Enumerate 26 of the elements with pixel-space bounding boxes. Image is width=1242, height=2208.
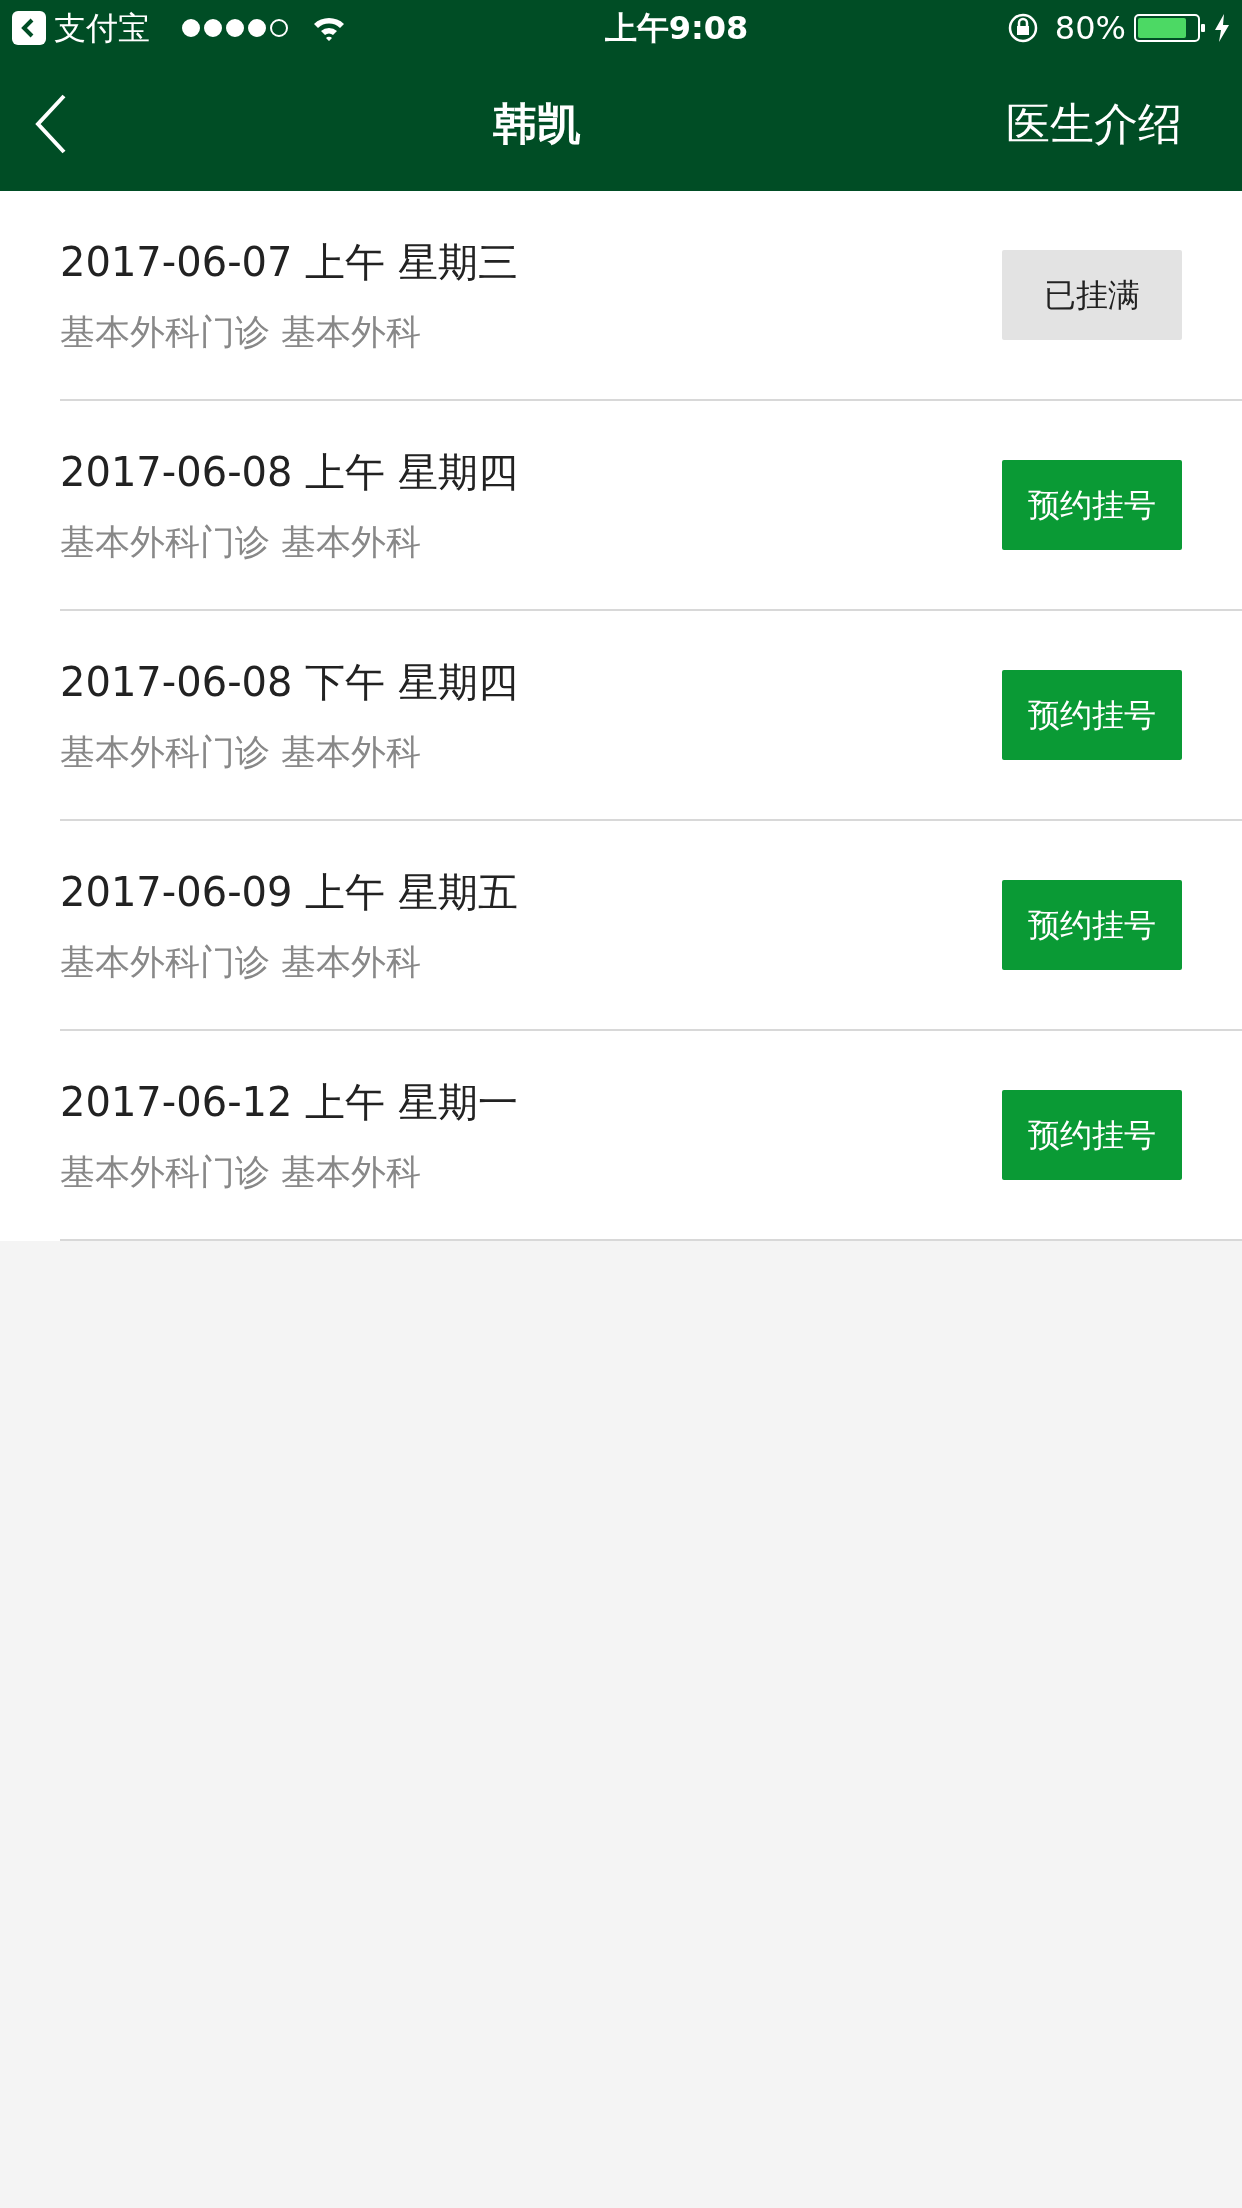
wifi-icon — [312, 15, 346, 41]
department-label: 基本外科门诊 基本外科 — [60, 1150, 423, 1194]
book-button[interactable]: 预约挂号 — [1002, 1090, 1182, 1180]
slot-date: 2017-06-12 上午 星期一 — [60, 1077, 518, 1127]
department-label: 基本外科门诊 基本外科 — [60, 940, 423, 984]
slot-date: 2017-06-08 上午 星期四 — [60, 447, 518, 497]
slot-date: 2017-06-08 下午 星期四 — [60, 657, 518, 707]
back-app-icon[interactable] — [12, 11, 46, 45]
signal-icon — [182, 19, 288, 37]
slot-date: 2017-06-09 上午 星期五 — [60, 867, 518, 917]
doctor-intro-link[interactable]: 医生介绍 — [1006, 90, 1182, 157]
department-label: 基本外科门诊 基本外科 — [60, 520, 423, 564]
book-button[interactable]: 预约挂号 — [1002, 460, 1182, 550]
page-title: 韩凯 — [493, 97, 581, 149]
book-button[interactable]: 预约挂号 — [1002, 880, 1182, 970]
charging-icon — [1214, 14, 1230, 42]
back-app-label[interactable]: 支付宝 — [54, 4, 150, 52]
book-button[interactable]: 预约挂号 — [1002, 670, 1182, 760]
department-label: 基本外科门诊 基本外科 — [60, 310, 423, 354]
slot-date: 2017-06-07 上午 星期三 — [60, 237, 518, 287]
back-icon[interactable] — [34, 93, 68, 154]
clock-time: 上午9:08 — [604, 9, 749, 47]
department-label: 基本外科门诊 基本外科 — [60, 730, 423, 774]
battery-icon — [1134, 14, 1206, 42]
rotation-lock-icon — [1006, 12, 1039, 44]
battery-percent: 80% — [1054, 8, 1126, 49]
